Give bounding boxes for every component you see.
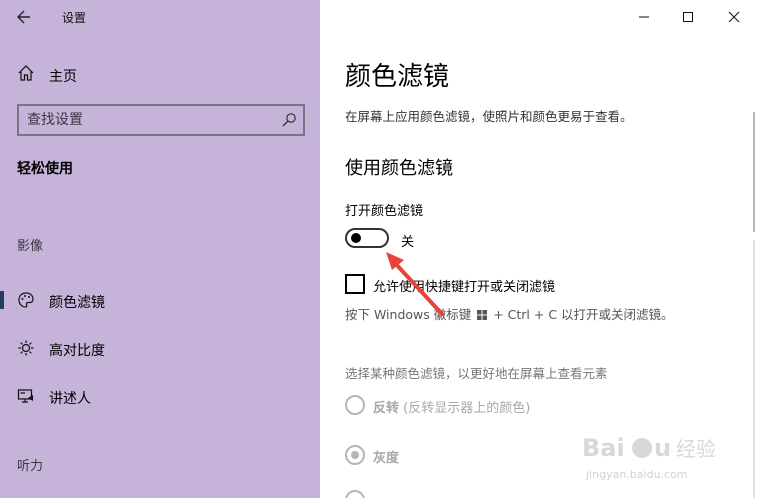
radio-invert[interactable] <box>345 395 365 415</box>
back-button[interactable] <box>14 7 36 27</box>
shortcut-checkbox[interactable] <box>345 274 365 294</box>
nav-home-label: 主页 <box>49 69 77 85</box>
brightness-icon <box>18 340 34 356</box>
radio-grayscale[interactable] <box>345 445 365 465</box>
page-title: 颜色滤镜 <box>345 62 450 92</box>
search-input[interactable] <box>27 111 267 129</box>
svg-text:jingyan.baidu.com: jingyan.baidu.com <box>585 468 688 481</box>
group-label-vision: 影像 <box>17 239 44 254</box>
minimize-icon <box>639 16 649 18</box>
sidebar-item-high-contrast[interactable]: 高对比度 <box>0 334 320 362</box>
radio-label-name: 灰度 <box>373 451 400 466</box>
selection-indicator <box>0 291 4 309</box>
svg-text:Bai: Bai <box>582 434 625 462</box>
section-title: 轻松使用 <box>17 161 73 177</box>
group-label-hearing: 听力 <box>17 459 44 474</box>
scrollbar-thumb[interactable] <box>753 112 755 232</box>
radio-grayscale-label[interactable]: 灰度 <box>373 447 399 466</box>
sidebar-item-label: 讲述人 <box>49 391 91 407</box>
search-box[interactable] <box>17 104 305 136</box>
minimize-button[interactable] <box>630 4 658 30</box>
radio-label-detail: (反转显示器上的颜色) <box>403 401 531 416</box>
narrator-icon <box>17 389 33 403</box>
sidebar-item-color-filters[interactable]: 颜色滤镜 <box>0 286 320 314</box>
color-filter-toggle[interactable] <box>345 228 389 248</box>
home-icon <box>18 65 34 81</box>
filter-select-description: 选择某种颜色滤镜，以更好地在屏幕上查看元素 <box>345 366 608 381</box>
close-button[interactable] <box>720 4 748 30</box>
sidebar-item-narrator[interactable]: 讲述人 <box>0 382 320 410</box>
close-icon <box>728 11 740 23</box>
sidebar: 设置 主页 轻松使用 影像 颜色滤镜 高对比度 <box>0 0 320 498</box>
radio-label-name: 反转 <box>373 401 400 416</box>
window-title: 设置 <box>62 11 87 25</box>
svg-text:u: u <box>654 434 671 462</box>
sidebar-item-label: 颜色滤镜 <box>49 295 105 311</box>
scrollbar-track[interactable] <box>753 240 755 498</box>
maximize-icon <box>683 12 693 22</box>
hint-text-after: + Ctrl + C 以打开或关闭滤镜。 <box>493 307 674 322</box>
toggle-label: 打开颜色滤镜 <box>345 204 424 219</box>
annotation-arrow <box>386 252 444 316</box>
nav-home[interactable]: 主页 <box>0 60 320 88</box>
maximize-button[interactable] <box>674 4 702 30</box>
page-description: 在屏幕上应用颜色滤镜，使照片和颜色更易于查看。 <box>345 109 633 124</box>
arrow-left-icon <box>17 10 30 24</box>
palette-icon <box>18 292 34 308</box>
toggle-knob <box>351 233 361 243</box>
search-icon[interactable] <box>281 112 297 128</box>
svg-text:经验: 经验 <box>676 437 716 461</box>
sidebar-item-label: 高对比度 <box>49 343 105 359</box>
windows-logo-icon <box>477 310 488 320</box>
radio-invert-label[interactable]: 反转 (反转显示器上的颜色) <box>373 397 530 416</box>
radio-selected-dot <box>351 451 359 459</box>
baidu-watermark: Bai u 经验 jingyan.baidu.com <box>582 434 716 481</box>
section-title: 使用颜色滤镜 <box>345 158 453 179</box>
